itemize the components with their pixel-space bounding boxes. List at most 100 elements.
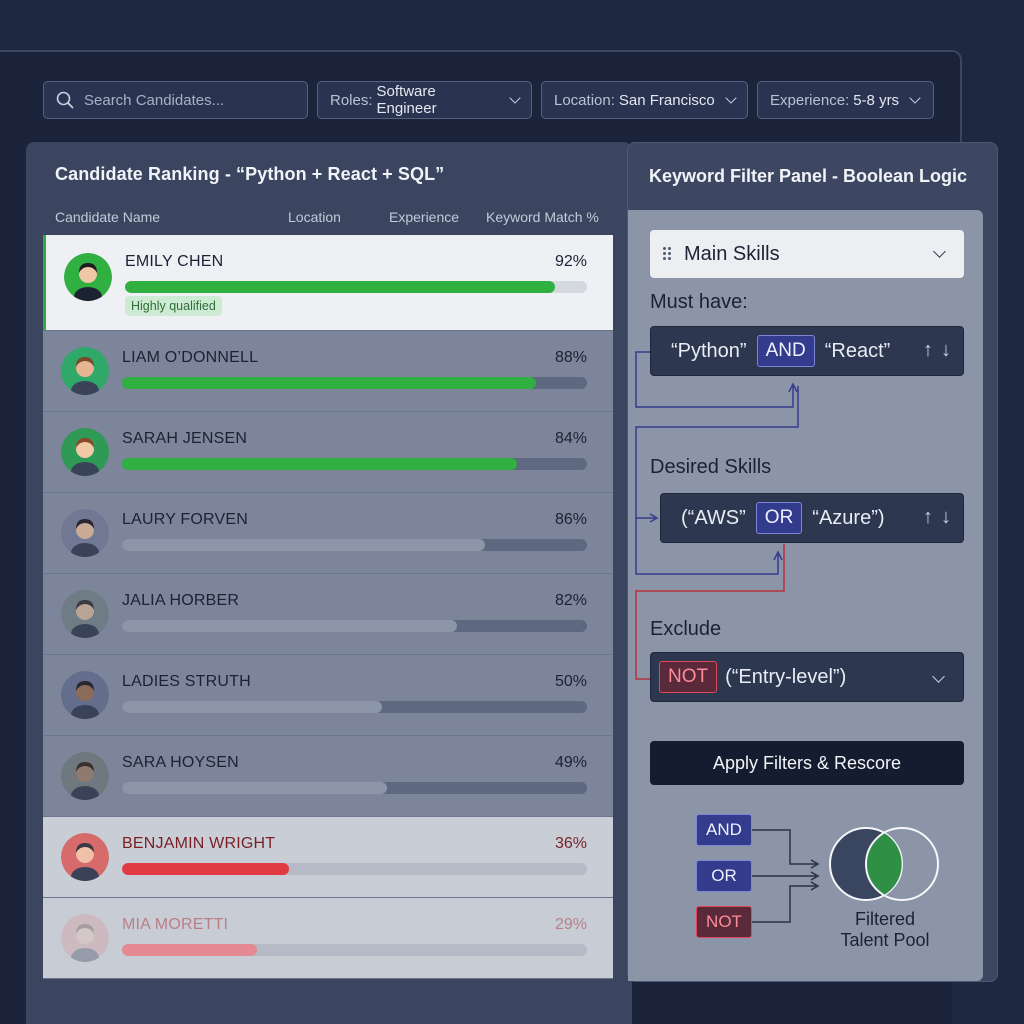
chevron-down-icon [509, 92, 521, 104]
column-header-experience[interactable]: Experience [389, 209, 459, 225]
match-percent: 29% [554, 916, 587, 933]
candidate-name: LIAM O’DONNELL [122, 349, 259, 366]
and-operator-toggle[interactable]: AND [756, 335, 815, 367]
candidate-name: BENJAMIN WRIGHT [122, 835, 276, 852]
match-progress-fill [122, 863, 290, 875]
match-progress-fill [122, 620, 457, 632]
match-percent: 88% [554, 349, 587, 366]
search-icon [56, 91, 74, 109]
match-progress-fill [122, 701, 383, 713]
ranking-title: Candidate Ranking - “Python + React + SQ… [55, 164, 445, 184]
filtered-pool-label-line1: Filtered [854, 909, 916, 929]
candidate-name: JALIA HORBER [122, 592, 240, 609]
candidate-list: EMILY CHEN 92% Highly qualified LIAM O’DONN… [43, 235, 613, 979]
avatar [61, 671, 109, 719]
match-progress-fill [125, 281, 555, 293]
avatar [61, 347, 109, 395]
must-have-term-1: “Python” [671, 339, 747, 362]
candidate-name: LADIES STRUTH [122, 673, 251, 690]
apply-filters-button[interactable]: Apply Filters & Rescore [650, 741, 964, 785]
location-dropdown[interactable]: Location: San Francisco [541, 81, 748, 119]
candidate-row[interactable]: EMILY CHEN 92% Highly qualified [43, 235, 613, 331]
match-progress-fill [122, 377, 536, 389]
column-header-location[interactable]: Location [288, 209, 341, 225]
candidate-name: MIA MORETTI [122, 916, 229, 933]
avatar [61, 428, 109, 476]
exclude-expression[interactable]: NOT (“Entry-level”) [650, 652, 964, 702]
avatar [64, 253, 112, 301]
candidate-row[interactable]: SARA HOYSEN 49% [43, 736, 613, 817]
location-dropdown-label: Location: [554, 91, 615, 109]
legend-or-operator: OR [696, 860, 752, 892]
candidate-name: SARAH JENSEN [122, 430, 248, 447]
roles-dropdown[interactable]: Roles: Software Engineer [317, 81, 532, 119]
match-progress-fill [122, 458, 518, 470]
candidate-row[interactable]: LAURY FORVEN 86% [43, 493, 613, 574]
column-header-name[interactable]: Candidate Name [55, 209, 160, 225]
roles-dropdown-value: Software Engineer [376, 83, 437, 117]
arrow-down-icon[interactable]: ↓ [941, 339, 951, 362]
match-progress-bar [122, 539, 587, 551]
candidate-row[interactable]: LADIES STRUTH 50% [43, 655, 613, 736]
keyword-panel-title: Keyword Filter Panel - Boolean Logic [649, 166, 968, 186]
keyword-panel-body: Main Skills Must have: “Python” AND “Rea… [628, 210, 983, 981]
match-percent: 49% [554, 754, 587, 771]
location-dropdown-value: San Francisco [618, 91, 715, 109]
column-header-match[interactable]: Keyword Match % [486, 209, 599, 225]
not-operator-toggle[interactable]: NOT [659, 661, 718, 693]
must-have-label: Must have: [650, 291, 748, 313]
desired-skills-label: Desired Skills [650, 456, 772, 478]
match-percent: 84% [554, 430, 587, 447]
candidate-row[interactable]: JALIA HORBER 82% [43, 574, 613, 655]
exclude-term: (“Entry-level”) [725, 665, 847, 688]
avatar [61, 509, 109, 557]
match-progress-bar [122, 701, 587, 713]
search-input[interactable] [84, 91, 284, 109]
chevron-down-icon[interactable] [932, 670, 945, 683]
match-progress-bar [125, 281, 587, 293]
avatar [61, 590, 109, 638]
candidate-row[interactable]: BENJAMIN WRIGHT 36% [43, 817, 613, 898]
match-percent: 92% [554, 253, 587, 270]
arrow-up-icon[interactable]: ↑ [923, 339, 933, 362]
desired-skills-expression[interactable]: (“AWS” OR “Azure”) ↑ ↓ [660, 493, 964, 543]
match-percent: 86% [554, 511, 587, 528]
search-box[interactable] [43, 81, 308, 119]
candidate-row[interactable]: SARAH JENSEN 84% [43, 412, 613, 493]
candidate-name: EMILY CHEN [125, 253, 224, 270]
roles-dropdown-label: Roles: [330, 91, 373, 109]
keyword-filter-panel: Keyword Filter Panel - Boolean Logic Mai… [627, 142, 998, 982]
experience-dropdown-label: Experience: [770, 91, 850, 109]
match-progress-bar [122, 620, 587, 632]
exclude-label: Exclude [650, 618, 722, 640]
main-skills-dropdown[interactable]: Main Skills [650, 230, 964, 278]
chevron-down-icon [933, 245, 946, 258]
must-have-term-2: “React” [824, 339, 891, 362]
candidate-ranking-panel: Candidate Ranking - “Python + React + SQ… [26, 142, 632, 1024]
match-percent: 36% [554, 835, 587, 852]
match-percent: 50% [554, 673, 587, 690]
candidate-row[interactable]: LIAM O’DONNELL 88% [43, 331, 613, 412]
must-have-expression[interactable]: “Python” AND “React” ↑ ↓ [650, 326, 964, 376]
candidate-name: LAURY FORVEN [122, 511, 249, 528]
chevron-down-icon [909, 92, 921, 104]
arrow-up-icon[interactable]: ↑ [923, 506, 933, 529]
desired-term-2: “Azure”) [812, 506, 885, 529]
arrow-down-icon[interactable]: ↓ [941, 506, 951, 529]
legend-and-operator: AND [696, 814, 752, 846]
experience-dropdown-value: 5-8 yrs [853, 91, 900, 109]
or-operator-toggle[interactable]: OR [755, 502, 803, 534]
drag-handle-icon[interactable] [662, 246, 672, 262]
avatar [61, 914, 109, 962]
match-progress-bar [122, 863, 587, 875]
experience-dropdown[interactable]: Experience: 5-8 yrs [757, 81, 934, 119]
main-skills-label: Main Skills [684, 242, 780, 265]
match-progress-fill [122, 539, 485, 551]
match-progress-bar [122, 458, 587, 470]
candidate-row[interactable]: MIA MORETTI 29% [43, 898, 613, 979]
candidate-name: SARA HOYSEN [122, 754, 239, 771]
filtered-pool-label-line2: Talent Pool [840, 930, 930, 950]
match-percent: 82% [554, 592, 587, 609]
match-progress-bar [122, 782, 587, 794]
chevron-down-icon [725, 92, 737, 104]
